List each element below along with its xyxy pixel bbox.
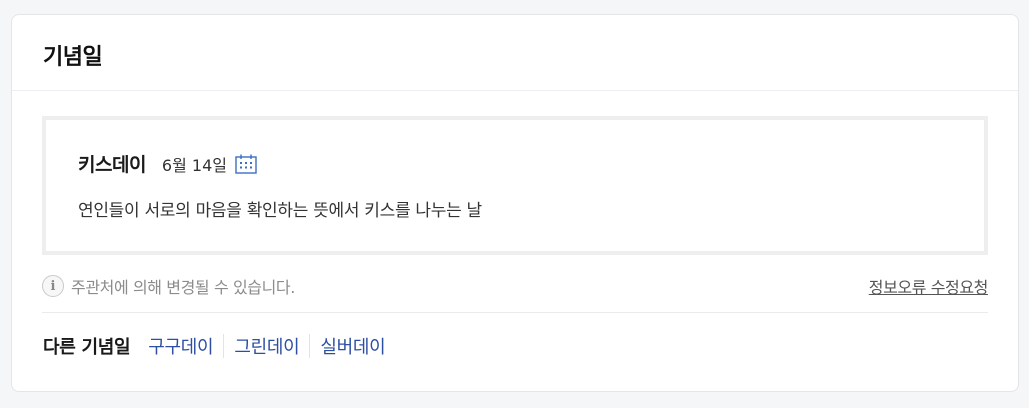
- notice: i 주관처에 의해 변경될 수 있습니다.: [42, 274, 295, 298]
- info-icon: i: [42, 275, 64, 297]
- anniversary-description: 연인들이 서로의 마음을 확인하는 뜻에서 키스를 나누는 날: [78, 201, 482, 221]
- card-header: 기념일: [12, 15, 1018, 91]
- anniversary-card: 기념일 키스데이 6월 14일 연인들이 서로의 마음을 확인하는 뜻에서 키스…: [11, 14, 1019, 392]
- calendar-icon[interactable]: [235, 154, 257, 174]
- anniversary-date: 6월 14일: [161, 155, 227, 175]
- anniversary-info-box: 키스데이 6월 14일 연인들이 서로의 마음을 확인하는 뜻에서 키스를 나누…: [42, 116, 988, 255]
- other-anniversaries: 다른 기념일 구구데이 그린데이 실버데이: [43, 333, 395, 359]
- card-title: 기념일: [43, 45, 103, 70]
- other-anniversary-link[interactable]: 실버데이: [310, 333, 395, 359]
- notice-row: i 주관처에 의해 변경될 수 있습니다. 정보오류 수정요청: [42, 270, 988, 302]
- anniversary-heading: 키스데이 6월 14일: [78, 150, 257, 177]
- other-anniversary-link[interactable]: 그린데이: [224, 333, 309, 359]
- divider: [42, 312, 988, 313]
- other-anniversary-link[interactable]: 구구데이: [138, 333, 223, 359]
- notice-text: 주관처에 의해 변경될 수 있습니다.: [71, 278, 295, 297]
- report-error-link[interactable]: 정보오류 수정요청: [869, 274, 989, 298]
- other-anniversaries-label: 다른 기념일: [43, 337, 131, 358]
- anniversary-name: 키스데이: [78, 154, 146, 176]
